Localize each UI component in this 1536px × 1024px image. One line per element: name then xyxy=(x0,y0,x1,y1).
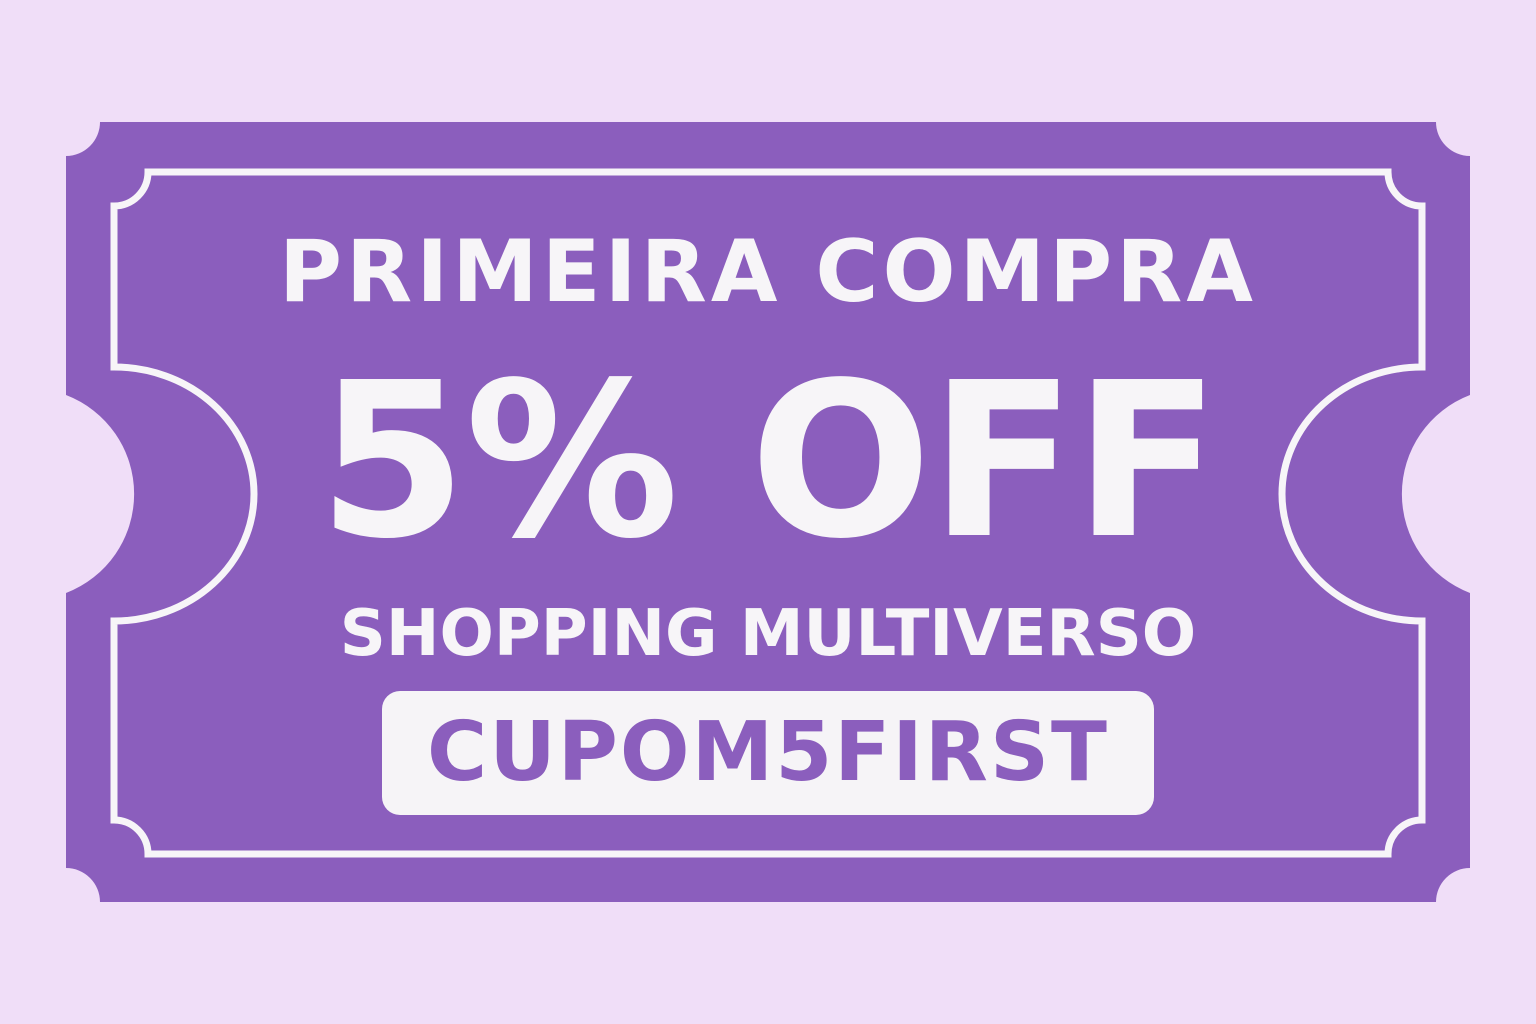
coupon-code-box[interactable]: CUPOM5FIRST xyxy=(382,691,1154,815)
coupon-canvas: PRIMEIRA COMPRA 5% OFF SHOPPING MULTIVER… xyxy=(0,0,1536,1024)
coupon-code: CUPOM5FIRST xyxy=(427,705,1109,800)
coupon-headline: PRIMEIRA COMPRA xyxy=(279,222,1257,322)
discount-value: 5% OFF xyxy=(317,337,1220,586)
store-name: SHOPPING MULTIVERSO xyxy=(339,597,1197,671)
